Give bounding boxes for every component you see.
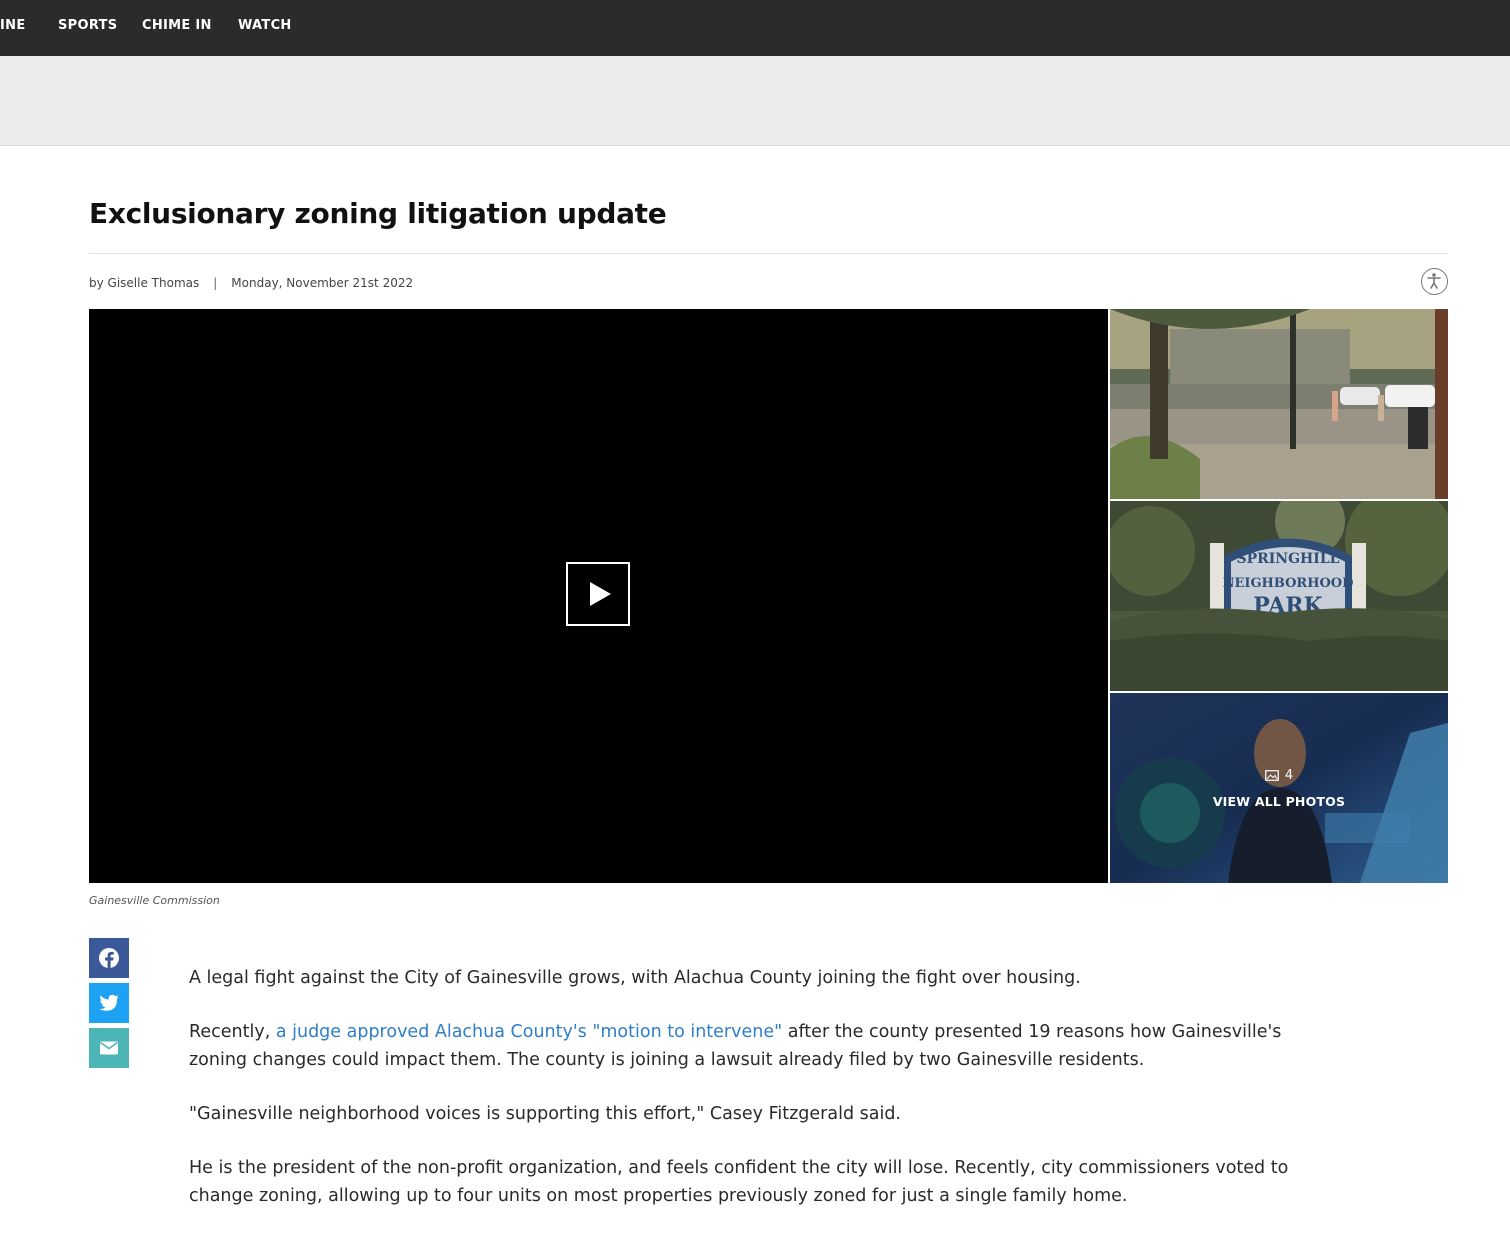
article-paragraph-4: He is the president of the non-profit or… — [189, 1158, 1289, 1206]
top-nav: INE SPORTS CHIME IN WATCH — [0, 0, 1510, 56]
twitter-icon — [99, 994, 119, 1011]
byline-date: Monday, November 21st 2022 — [231, 276, 414, 290]
article-paragraph-3: "Gainesville neighborhood voices is supp… — [189, 1104, 901, 1124]
nav-item-sports[interactable]: SPORTS — [58, 18, 117, 33]
gallery-thumbnail-3[interactable]: 4 VIEW ALL PHOTOS — [1110, 693, 1448, 883]
park-street-photo — [1110, 309, 1448, 499]
article-body: A legal fight against the City of Gaines… — [189, 964, 1319, 1236]
image-icon — [1265, 770, 1279, 781]
view-all-photos-link[interactable]: VIEW ALL PHOTOS — [1110, 794, 1448, 809]
video-caption: Gainesville Commission — [89, 894, 220, 907]
park-sign-photo: SPRINGHILL NEIGHBORHOOD PARK — [1110, 501, 1448, 691]
email-icon — [100, 1041, 118, 1055]
facebook-icon — [99, 948, 119, 968]
byline-author: by Giselle Thomas — [89, 276, 200, 290]
gallery-thumbnail-2[interactable]: SPRINGHILL NEIGHBORHOOD PARK — [1110, 501, 1448, 691]
play-icon — [590, 582, 611, 606]
nav-item-partial[interactable]: INE — [0, 18, 26, 33]
nav-item-chime-in[interactable]: CHIME IN — [142, 18, 212, 33]
article-paragraph-1: A legal fight against the City of Gaines… — [189, 968, 1081, 988]
view-all-photos-overlay[interactable]: 4 VIEW ALL PHOTOS — [1110, 693, 1448, 883]
share-email-button[interactable] — [89, 1028, 129, 1068]
photo-count: 4 — [1110, 768, 1448, 783]
article-paragraph-2: Recently, a judge approved Alachua Count… — [189, 1018, 1319, 1074]
share-twitter-button[interactable] — [89, 983, 129, 1023]
ad-banner-area — [0, 56, 1510, 146]
headline-divider — [89, 253, 1448, 254]
photo-count-value: 4 — [1284, 768, 1294, 783]
byline-separator: | — [213, 276, 218, 290]
byline: by Giselle Thomas | Monday, November 21st … — [89, 276, 413, 290]
paragraph-2-lead: Recently, — [189, 1022, 276, 1042]
gallery-thumbnail-1[interactable] — [1110, 309, 1448, 499]
article-headline: Exclusionary zoning litigation update — [89, 197, 667, 230]
share-facebook-button[interactable] — [89, 938, 129, 978]
nav-item-watch[interactable]: WATCH — [238, 18, 292, 33]
video-player[interactable] — [89, 309, 1108, 883]
accessibility-icon[interactable] — [1421, 268, 1448, 295]
sign-text-line1: SPRINGHILL — [1236, 551, 1339, 567]
motion-to-intervene-link[interactable]: a judge approved Alachua County's "motio… — [276, 1022, 782, 1042]
play-button[interactable] — [566, 562, 630, 626]
sign-text-line2: NEIGHBORHOOD — [1223, 576, 1354, 591]
